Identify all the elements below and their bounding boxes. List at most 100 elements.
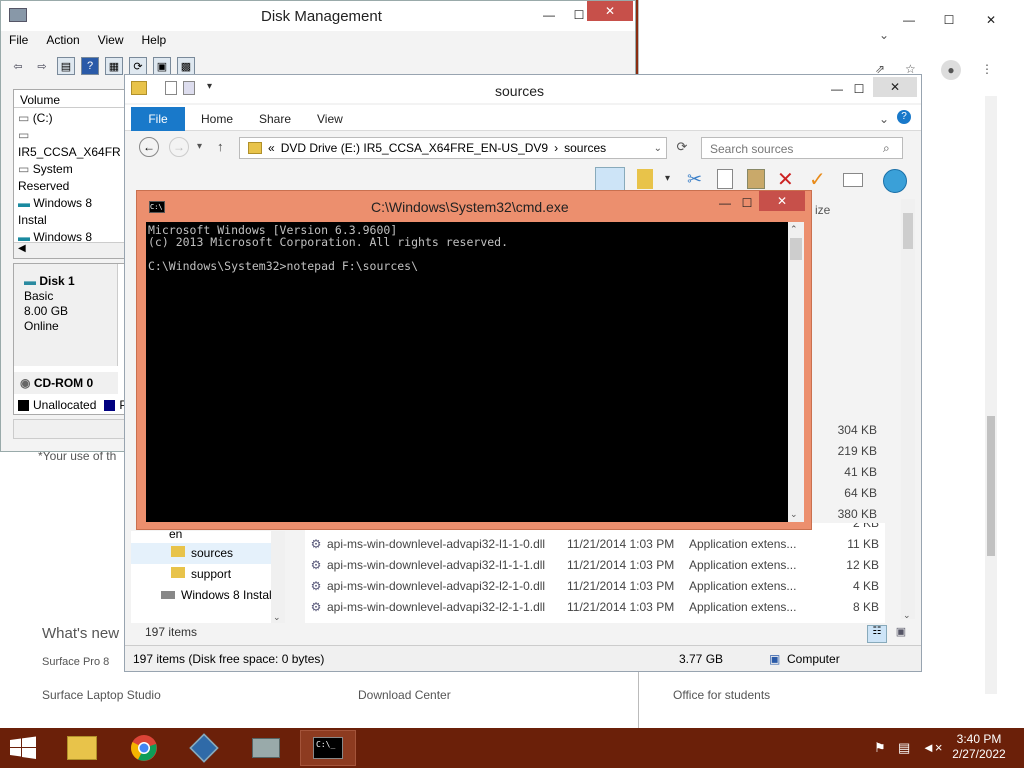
volume-row[interactable]: ▭ IR5_CCSA_X64FR (18, 127, 121, 161)
cut-icon[interactable]: ✂ (687, 169, 702, 190)
taskbar-chrome[interactable] (116, 730, 172, 766)
forward-arrow-icon[interactable]: ⇨ (33, 57, 51, 75)
properties-icon[interactable]: ▣ (153, 57, 171, 75)
console-tree-icon[interactable]: ▤ (57, 57, 75, 75)
menu-action[interactable]: Action (46, 33, 79, 53)
globe-icon[interactable] (883, 169, 907, 193)
close-button[interactable]: ✕ (759, 191, 805, 211)
more-menu-icon[interactable]: ⋮ (981, 62, 993, 76)
nav-item-en[interactable]: en (131, 531, 281, 543)
file-list-scrollbar[interactable]: ⌄ (901, 199, 915, 621)
console-scrollbar[interactable]: ⌃ ⌄ (788, 222, 804, 522)
cdrom-panel[interactable]: ◉ CD-ROM 0 (14, 372, 118, 394)
address-box[interactable]: « DVD Drive (E:) IR5_CCSA_X64FRE_EN-US_D… (239, 137, 667, 159)
tab-file[interactable]: File (131, 107, 185, 131)
menu-file[interactable]: File (9, 33, 28, 53)
file-row[interactable]: ⚙ api-ms-win-downlevel-advapi32-l1-1-1.d… (305, 555, 885, 576)
profile-avatar-icon[interactable]: ● (941, 60, 961, 80)
maximize-button[interactable]: ☐ (845, 79, 873, 99)
checkmark-icon[interactable]: ✓ (809, 167, 826, 192)
link-surface-laptop[interactable]: Surface Laptop Studio (42, 688, 161, 702)
title-bar[interactable]: ▾ sources — ☐ ✕ (125, 75, 921, 103)
new-folder-quick-icon[interactable] (183, 81, 195, 95)
file-row[interactable]: ⚙ api-ms-win-downlevel-advapi32-l2-1-0.d… (305, 576, 885, 597)
help-icon[interactable]: ? (897, 110, 911, 124)
large-icons-view-icon[interactable]: ▣ (891, 625, 911, 643)
start-button[interactable] (8, 736, 38, 760)
title-bar[interactable]: Disk Management — ☐ ✕ (1, 1, 635, 31)
rescan-icon[interactable]: ▩ (177, 57, 195, 75)
taskbar-file-explorer[interactable] (54, 730, 110, 766)
taskbar-virtualbox[interactable] (176, 730, 232, 766)
quick-access-dropdown-icon[interactable]: ▾ (207, 81, 212, 92)
volume-row[interactable]: ▭ System Reserved (18, 161, 120, 195)
volume-row[interactable]: ▭ (C:) (18, 110, 120, 127)
nav-item-sources[interactable]: sources (131, 543, 281, 564)
taskbar-cmd[interactable]: C:\_ (300, 730, 356, 766)
close-button[interactable]: ✕ (587, 1, 633, 21)
rename-icon[interactable] (843, 173, 863, 187)
copy-icon[interactable] (717, 169, 733, 189)
paste-icon[interactable] (747, 169, 765, 189)
disk1-panel[interactable]: ▬ Disk 1 Basic 8.00 GB Online (14, 264, 118, 366)
menu-help[interactable]: Help (142, 33, 167, 53)
back-button[interactable]: ← (139, 137, 159, 157)
refresh-icon[interactable]: ⟳ (671, 139, 693, 159)
forward-button[interactable]: → (169, 137, 189, 157)
details-view-icon[interactable]: ☷ (867, 625, 887, 643)
console-output[interactable]: Microsoft Windows [Version 6.3.9600] (c) … (146, 222, 788, 522)
size-column-header[interactable]: ize (815, 203, 830, 217)
ribbon-expand-icon[interactable]: ⌄ (879, 112, 889, 126)
search-icon[interactable]: ⌕ (883, 141, 890, 156)
volume-row[interactable]: ▬ Windows 8 Instal (18, 195, 120, 229)
address-folder-segment[interactable]: sources (564, 141, 606, 155)
menu-view[interactable]: View (98, 33, 124, 53)
link-surface-pro[interactable]: Surface Pro 8 (42, 656, 109, 668)
recent-locations-icon[interactable]: ▾ (197, 141, 202, 152)
nav-item-support[interactable]: support (131, 564, 281, 585)
scrollbar-thumb[interactable] (903, 213, 913, 249)
action-center-flag-icon[interactable]: ⚑ (874, 740, 886, 756)
help-icon[interactable]: ? (81, 57, 99, 75)
file-row[interactable]: ⚙ api-ms-win-downlevel-advapi32-l1-1-0.d… (305, 534, 885, 555)
nav-item-windows8[interactable]: Windows 8 Instal (131, 585, 281, 606)
tab-share[interactable]: Share (259, 112, 291, 126)
up-button[interactable]: ↑ (217, 139, 224, 154)
scroll-down-icon[interactable]: ⌄ (790, 509, 798, 520)
address-overflow[interactable]: « (268, 141, 275, 155)
link-download-center[interactable]: Download Center (358, 688, 451, 702)
tab-view[interactable]: View (317, 112, 343, 126)
browser-scrollbar[interactable] (985, 96, 997, 694)
scroll-up-icon[interactable]: ⌃ (790, 224, 798, 235)
scrollbar-thumb[interactable] (987, 416, 995, 556)
copy-path-icon[interactable] (637, 169, 653, 189)
delete-icon[interactable]: ✕ (777, 167, 794, 192)
taskbar-disk-management[interactable] (238, 730, 294, 766)
maximize-button[interactable]: ☐ (935, 10, 963, 30)
properties-quick-icon[interactable] (165, 81, 177, 95)
minimize-button[interactable]: — (895, 10, 923, 30)
chevron-down-icon[interactable]: ⌄ (654, 143, 666, 154)
refresh-icon[interactable]: ⟳ (129, 57, 147, 75)
address-drive-segment[interactable]: DVD Drive (E:) IR5_CCSA_X64FRE_EN-US_DV9 (281, 141, 548, 155)
address-separator[interactable]: › (554, 141, 558, 155)
dropdown-icon[interactable]: ▾ (665, 173, 670, 184)
close-button[interactable]: ✕ (977, 10, 1005, 30)
scroll-down-icon[interactable]: ⌄ (903, 610, 911, 621)
horizontal-scrollbar[interactable]: ◀ (14, 242, 124, 258)
file-row[interactable]: ⚙ api-ms-win-downlevel-advapi32-l2-1-1.d… (305, 597, 885, 618)
scrollbar-thumb[interactable] (790, 238, 802, 260)
link-office-students[interactable]: Office for students (673, 688, 770, 702)
network-icon[interactable]: ▤ (898, 740, 910, 756)
close-button[interactable]: ✕ (873, 77, 917, 97)
details-icon[interactable]: ▦ (105, 57, 123, 75)
nav-scrollbar[interactable]: ⌄ (271, 531, 285, 623)
search-input[interactable]: Search sources (701, 137, 903, 159)
back-arrow-icon[interactable]: ⇦ (9, 57, 27, 75)
volume-column-header[interactable]: Volume (14, 90, 124, 108)
minimize-button[interactable]: — (535, 5, 563, 25)
tab-home[interactable]: Home (201, 112, 233, 126)
system-clock[interactable]: 3:40 PM 2/27/2022 (944, 732, 1014, 762)
volume-muted-icon[interactable]: ◄× (922, 740, 942, 755)
chevron-down-icon[interactable]: ⌄ (879, 28, 889, 42)
